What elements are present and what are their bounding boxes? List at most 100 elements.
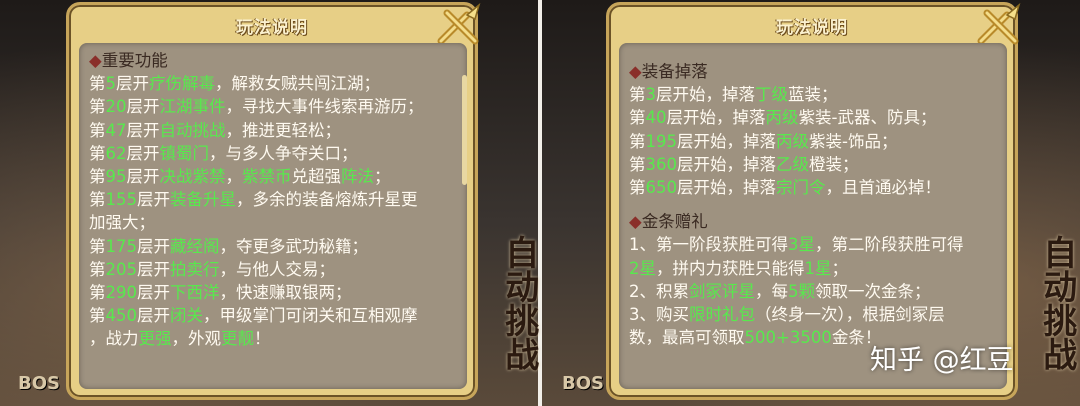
rule-line: 第205层开拍卖行，与他人交易； [89,258,459,281]
section-title: 金条赠礼 [641,212,708,232]
rule-line: 第62层开镇蜀门，与多人争夺关口； [89,142,459,165]
line-text: 层开 [126,97,160,117]
line-text: 层开 [126,120,160,140]
feature-name: 下西洋 [170,283,220,303]
highlight-value: 47 [105,120,127,140]
rule-line: 3、购买限时礼包（终身一次），根据剑冢层 [629,303,999,326]
line-text: 第 [89,143,106,163]
line-text: 第 [89,97,106,117]
line-text: 第 [629,131,646,151]
highlight-value: 290 [105,283,138,303]
feature-name: 丙级 [765,108,799,128]
line-text: 层开 [137,236,170,256]
highlight-value: 95 [105,167,127,187]
line-text: 第 [89,259,106,279]
line-text: 1、第一阶段获胜可得 [629,235,788,255]
highlight-value: 175 [105,236,138,256]
line-text: ，推进更轻松； [225,120,342,140]
highlight-value: 3星 [788,235,815,255]
line-text: 蓝装； [788,85,838,105]
line-text: ； [374,167,391,187]
line-text: 第 [89,120,106,140]
line-text: 紫装-武器、防具； [798,108,937,128]
line-text: 层开始，掉落 [656,85,755,105]
feature-name: 丁级 [755,85,788,105]
line-text: 层开 [137,259,170,279]
line-text: 第 [89,306,106,326]
line-text: ，每 [755,281,788,301]
feature-name: 乙级 [776,154,809,174]
line-text: ，与多人争夺关口； [209,143,358,163]
auto-challenge-tag-right: 自动挑战 [1036,235,1077,371]
line-text: ！ [254,329,271,349]
line-text: 第 [629,108,646,128]
highlight-value: 更强 [138,329,172,349]
line-text: 层开始，掉落 [677,178,776,198]
feature-name: 自动挑战 [159,120,226,140]
feature-name: 紫禁币 [242,167,292,187]
highlight-value: 360 [645,154,678,174]
line-text: 第 [89,236,106,256]
rule-line: 1、第一阶段获胜可得3星，第二阶段获胜可得 [629,233,999,256]
line-text: 第 [629,178,646,198]
line-text: 第 [89,167,106,187]
rules-content: ◆重要功能 第5层开疗伤解毒，解救女贼共闯江湖； 第20层开江湖事件，寻找大事件线… [79,43,467,389]
drop-list: 第3层开始，掉落丁级蓝装； 第40层开始，掉落丙级紫装-武器、防具； 第195层开始… [629,83,999,199]
highlight-value: 195 [645,131,678,151]
line-text: ，外观 [171,329,222,349]
line-text: 第 [89,74,106,94]
feature-name: 宗门令 [776,178,826,198]
rules-panel-left: 玩法说明 ◆重要功能 第5层开疗伤解毒，解救女贼共闯江湖； 第20层开江湖事件，寻… [66,2,481,400]
line-text: ，夺更多武功秘籍； [219,236,369,256]
rule-line: 第5层开疗伤解毒，解救女贼共闯江湖； [89,72,459,95]
rule-line: 第175层开藏经阁，夺更多武功秘籍； [89,235,459,258]
gold-list: 1、第一阶段获胜可得3星，第二阶段获胜可得 2星，拼内力获胜只能得1星； 2、积累剑… [629,233,999,349]
feature-name: 5颗 [788,281,815,301]
rule-line: 第195层开始，掉落丙级紫装-饰品； [629,130,999,153]
feature-name: 装备升星 [170,190,236,210]
feature-name: 丙级 [776,131,809,151]
highlight-value: 剑冢评星 [689,281,755,301]
line-text: ，战力 [89,329,139,349]
line-text: ， [225,167,243,187]
line-text: ，寻找大事件线索再游历； [225,97,424,117]
rule-line: ，战力更强，外观更靓！ [89,327,459,350]
line-text: ，与他人交易； [219,259,336,279]
diamond-icon: ◆ [629,62,642,81]
highlight-value: 限时礼包 [689,305,755,325]
close-icon[interactable] [977,1,1023,47]
line-text: ，第二阶段获胜可得 [815,235,964,255]
line-text: 紫装-饰品； [809,131,898,151]
line-text: 层开 [137,306,170,326]
line-text: 层开 [137,190,170,210]
rule-line: 第47层开自动挑战，推进更轻松； [89,119,459,142]
feature-name: 拍卖行 [170,259,220,279]
line-text: 加强大； [89,213,155,233]
rule-line: 2星，拼内力获胜只能得1星； [629,257,999,280]
line-text: ，拼内力获胜只能得 [656,258,805,278]
highlight-value: 62 [105,143,127,163]
highlight-value: 5 [105,74,117,94]
rule-line: 第20层开江湖事件，寻找大事件线索再游历； [89,95,459,118]
highlight-value: 155 [105,190,138,210]
line-text: 第 [89,283,106,303]
panel-header: 玩法说明 [69,5,475,43]
close-icon[interactable] [437,1,483,47]
rule-line: 第450层开闭关，甲级掌门可闭关和互相观摩 [89,304,459,327]
feature-name: 疗伤解毒 [149,74,215,94]
line-text: 层开 [126,167,160,187]
panel-header: 玩法说明 [609,5,1015,43]
highlight-value: 40 [645,108,667,128]
line-text: 兑超强 [291,167,342,187]
diamond-icon: ◆ [89,51,102,70]
scrollbar[interactable] [462,75,467,185]
line-text: （终身一次），根据剑冢层 [755,305,945,325]
feature-name: 闭关 [170,306,203,326]
section-title: 装备掉落 [641,62,708,81]
line-text: 层开 [137,283,170,303]
line-text: 第 [629,85,646,105]
highlight-value: 2星 [629,258,656,278]
line-text: 层开始，掉落 [677,131,776,151]
